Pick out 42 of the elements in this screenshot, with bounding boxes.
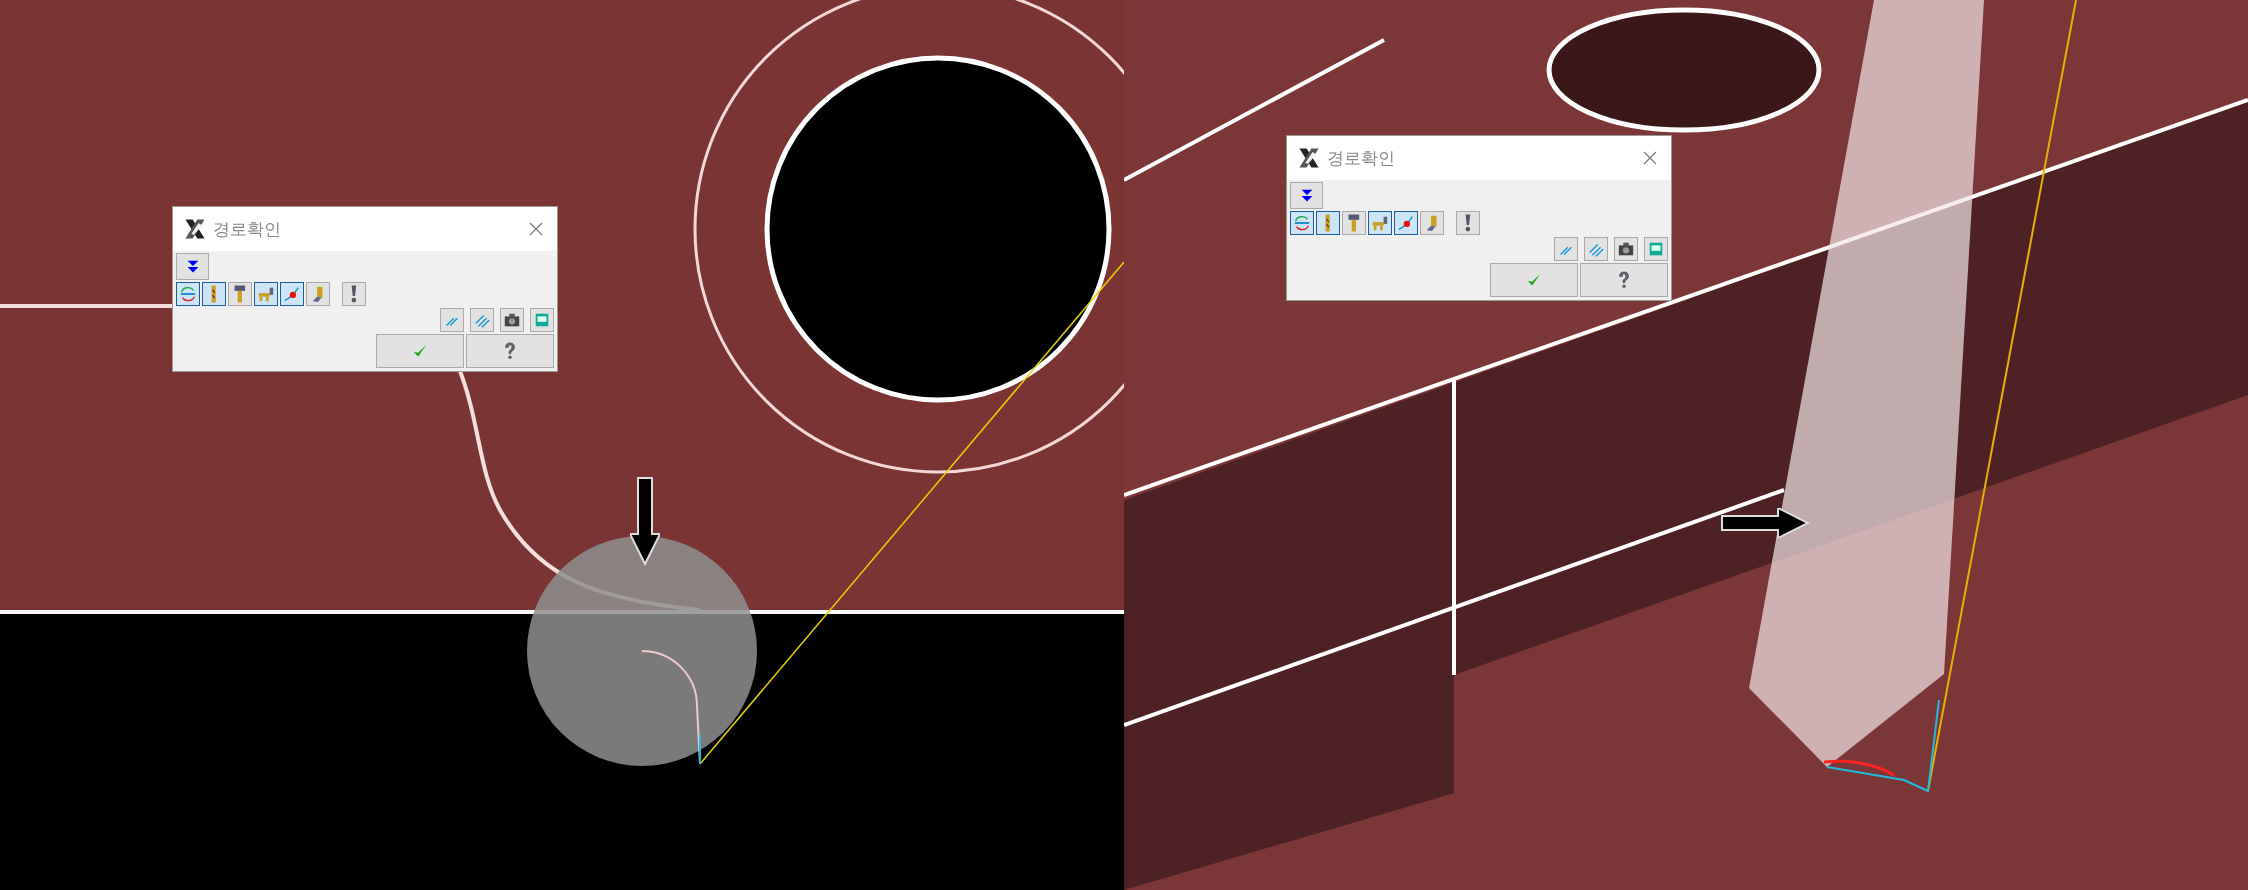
toolbar-button[interactable] [1394, 211, 1418, 235]
toolbar-button[interactable] [176, 282, 200, 306]
toolbar-button[interactable] [1342, 211, 1366, 235]
dialog-title: 경로확인 [1327, 146, 1396, 170]
end-mill-icon [1325, 214, 1331, 232]
toolbar-button[interactable] [306, 282, 330, 306]
toolbar-button[interactable] [280, 282, 304, 306]
toolbar-button[interactable] [202, 282, 226, 306]
app-logo-icon [1297, 146, 1321, 170]
sync-arrows-icon [179, 285, 197, 303]
close-icon [528, 221, 544, 237]
exclamation-icon [1465, 214, 1471, 232]
curve-point-icon [283, 285, 301, 303]
close-icon [1642, 150, 1658, 166]
dialog-title: 경로확인 [213, 217, 282, 241]
tool-holder-icon [1348, 214, 1360, 232]
camera-button[interactable] [500, 308, 524, 332]
save-button[interactable] [530, 308, 554, 332]
holder-assembly-icon [257, 285, 275, 303]
expand-button[interactable] [1290, 182, 1323, 209]
warning-button[interactable] [342, 282, 366, 306]
down-arrow-icon [630, 476, 660, 566]
toolbar-button[interactable] [1420, 211, 1444, 235]
toolbar-button[interactable] [228, 282, 252, 306]
toolbar-button[interactable] [1368, 211, 1392, 235]
end-mill-icon [211, 285, 217, 303]
toolbar-button[interactable] [254, 282, 278, 306]
curve-point-icon [1397, 214, 1415, 232]
expand-button[interactable] [176, 253, 209, 280]
holder-assembly-icon [1371, 214, 1389, 232]
camera-button[interactable] [1614, 237, 1638, 261]
warning-button[interactable] [1456, 211, 1480, 235]
app-logo-icon [183, 217, 207, 241]
camera-icon [503, 311, 521, 329]
camera-icon [1617, 240, 1635, 258]
right-arrow-icon [1720, 508, 1810, 538]
sync-arrows-icon [1293, 214, 1311, 232]
toolbar-button[interactable] [1316, 211, 1340, 235]
toolbar-button[interactable] [1290, 211, 1314, 235]
tool-holder-icon [234, 285, 246, 303]
save-button[interactable] [1644, 237, 1668, 261]
exclamation-icon [351, 285, 357, 303]
